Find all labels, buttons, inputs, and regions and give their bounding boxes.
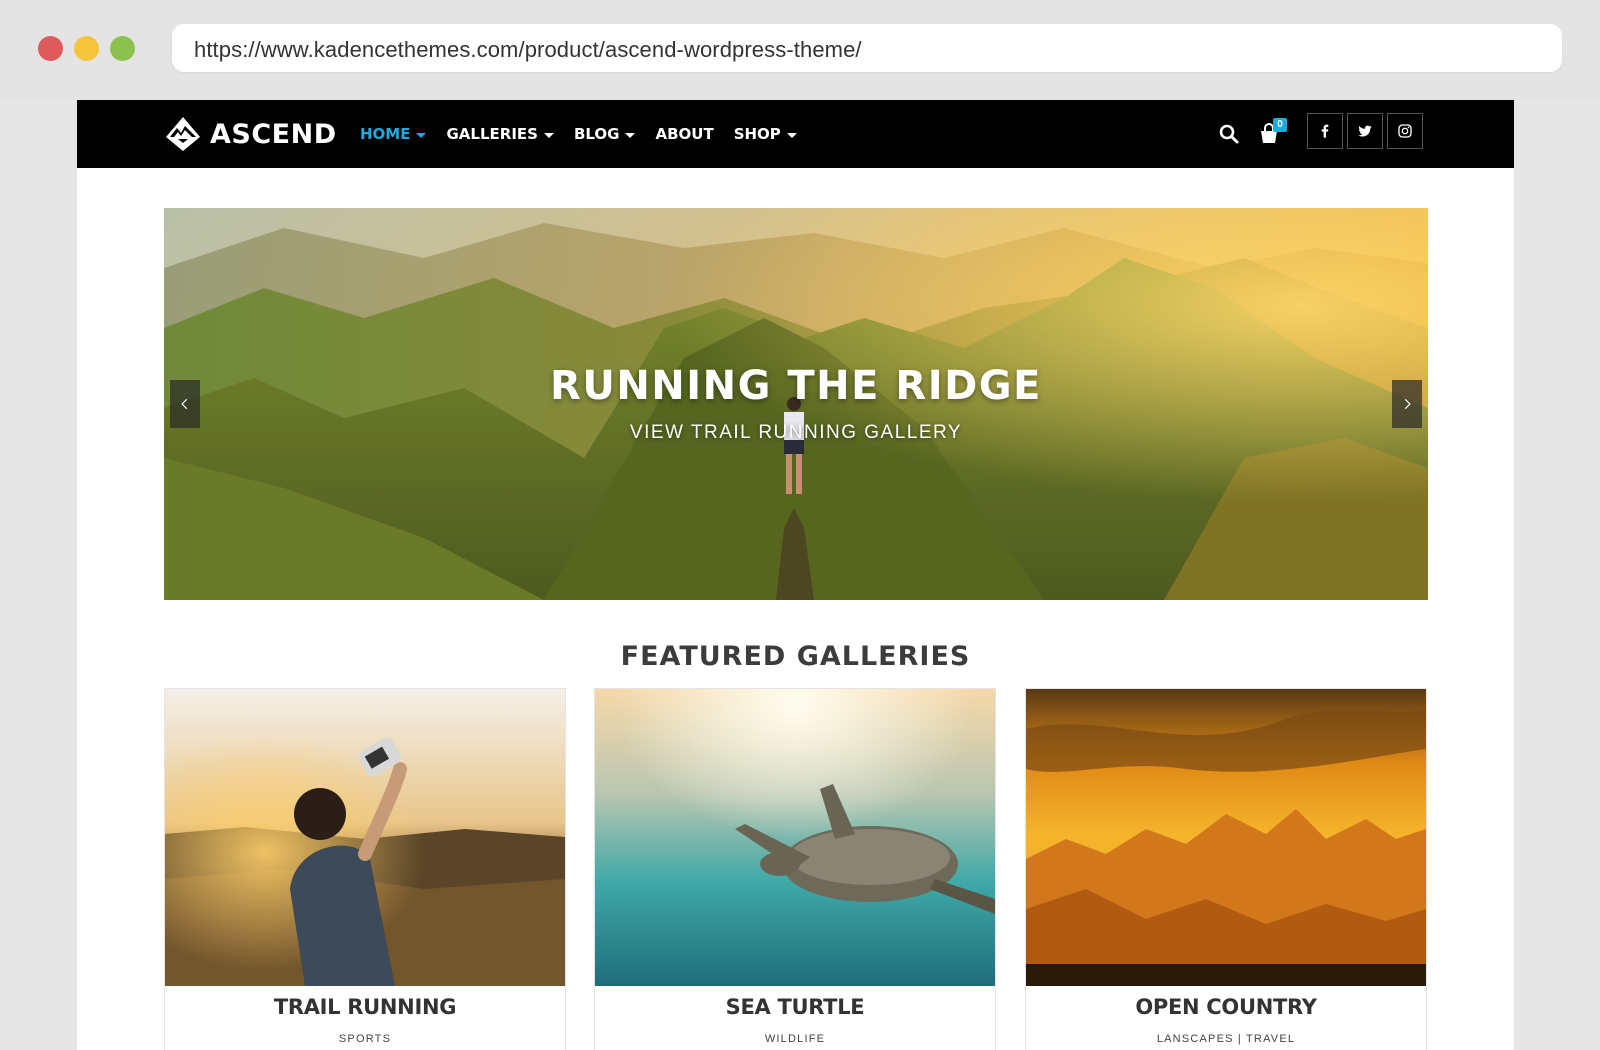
gallery-card-open-country[interactable]: OPEN COUNTRY LANSCAPES | TRAVEL	[1025, 688, 1427, 1050]
url-text: https://www.kadencethemes.com/product/as…	[194, 37, 862, 62]
web-page: ASCEND HOME GALLERIES BLOG ABOUT SHOP 0	[77, 100, 1514, 1050]
nav-item-home[interactable]: HOME	[360, 125, 427, 143]
nav-label: HOME	[360, 125, 411, 143]
caret-down-icon	[625, 132, 636, 138]
nav-item-blog[interactable]: BLOG	[574, 125, 636, 143]
search-icon[interactable]	[1217, 122, 1241, 146]
address-bar[interactable]: https://www.kadencethemes.com/product/as…	[172, 24, 1562, 72]
gallery-card-sea-turtle[interactable]: SEA TURTLE WILDLIFE	[594, 688, 996, 1050]
hero-subtitle-link[interactable]: VIEW TRAIL RUNNING GALLERY	[164, 422, 1428, 444]
featured-galleries-heading: FEATURED GALLERIES	[620, 641, 971, 672]
mountain-logo-icon	[166, 117, 200, 151]
nav-label: GALLERIES	[446, 125, 538, 143]
facebook-button[interactable]	[1307, 113, 1343, 149]
hero-slider[interactable]: RUNNING THE RIDGE VIEW TRAIL RUNNING GAL…	[164, 208, 1428, 600]
gallery-card-title[interactable]: TRAIL RUNNING	[165, 995, 565, 1019]
caret-down-icon	[786, 132, 797, 138]
slider-next-button[interactable]	[1392, 380, 1422, 428]
open-country-photo	[1026, 689, 1426, 986]
gallery-card-image[interactable]	[1026, 689, 1426, 986]
caret-down-icon	[416, 132, 427, 138]
close-window-button[interactable]	[38, 36, 63, 61]
gallery-card-title[interactable]: SEA TURTLE	[595, 995, 995, 1019]
gallery-card-image[interactable]	[595, 689, 995, 986]
minimize-window-button[interactable]	[74, 36, 99, 61]
nav-item-shop[interactable]: SHOP	[734, 125, 797, 143]
logo-text: ASCEND	[210, 118, 337, 150]
instagram-button[interactable]	[1387, 113, 1423, 149]
nav-label: BLOG	[573, 125, 620, 143]
gallery-card-trail-running[interactable]: TRAIL RUNNING SPORTS	[164, 688, 566, 1050]
cart-count-badge: 0	[1273, 118, 1287, 132]
browser-chrome: https://www.kadencethemes.com/product/as…	[0, 0, 1600, 100]
nav-item-about[interactable]: ABOUT	[655, 125, 713, 143]
sea-turtle-photo	[595, 689, 995, 986]
maximize-window-button[interactable]	[110, 36, 135, 61]
trail-running-photo	[165, 689, 565, 986]
site-header: ASCEND HOME GALLERIES BLOG ABOUT SHOP 0	[77, 100, 1514, 168]
twitter-button[interactable]	[1347, 113, 1383, 149]
chevron-right-icon	[1404, 398, 1411, 410]
main-nav: HOME GALLERIES BLOG ABOUT SHOP	[360, 100, 817, 168]
slider-prev-button[interactable]	[170, 380, 200, 428]
gallery-card-image[interactable]	[165, 689, 565, 986]
nav-label: ABOUT	[655, 125, 714, 143]
nav-item-galleries[interactable]: GALLERIES	[446, 125, 554, 143]
gallery-card-category[interactable]: SPORTS	[165, 1033, 565, 1045]
nav-label: SHOP	[733, 125, 781, 143]
facebook-icon	[1321, 124, 1329, 138]
caret-down-icon	[543, 132, 554, 138]
twitter-icon	[1358, 125, 1372, 137]
hero-title[interactable]: RUNNING THE RIDGE	[164, 363, 1428, 409]
site-logo[interactable]: ASCEND	[164, 115, 337, 153]
gallery-card-category[interactable]: LANSCAPES | TRAVEL	[1026, 1033, 1426, 1045]
gallery-card-category[interactable]: WILDLIFE	[595, 1033, 995, 1045]
gallery-card-title[interactable]: OPEN COUNTRY	[1026, 995, 1426, 1019]
chevron-left-icon	[181, 398, 188, 410]
instagram-icon	[1398, 124, 1412, 138]
